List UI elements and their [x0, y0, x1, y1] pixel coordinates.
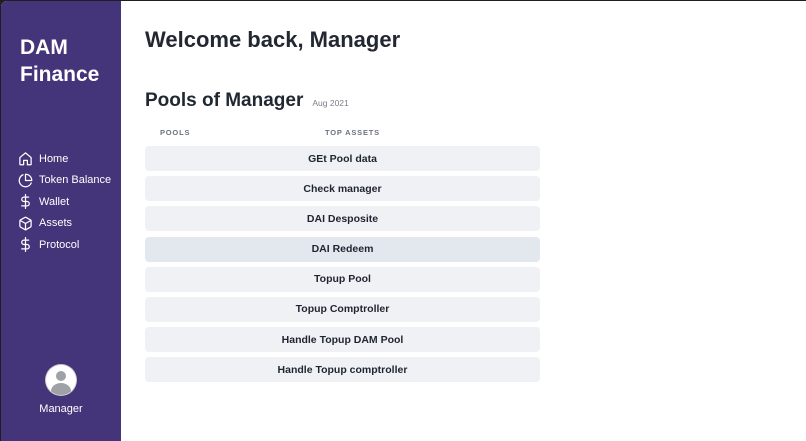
page-title: Welcome back, Manager	[145, 27, 401, 52]
column-headers: POOLS TOP ASSETS	[145, 128, 540, 138]
pools-date: Aug 2021	[312, 98, 349, 108]
handle-topup-comptroller-button[interactable]: Handle Topup comptroller	[145, 357, 540, 383]
handle-topup-dam-pool-button[interactable]: Handle Topup DAM Pool	[145, 327, 540, 353]
home-icon	[19, 152, 32, 166]
topup-comptroller-button[interactable]: Topup Comptroller	[145, 296, 540, 322]
sidebar-item-home[interactable]: Home	[18, 148, 111, 170]
sidebar-item-token-balance[interactable]: Token Balance	[18, 170, 111, 192]
sidebar-nav: Home Token Balance Wallet Assets Protoco…	[18, 148, 111, 256]
pools-header: Pools of Manager Aug 2021	[145, 90, 349, 112]
dollar-icon	[21, 237, 30, 253]
sidebar-item-assets[interactable]: Assets	[18, 213, 111, 235]
brand-logo[interactable]: DAM Finance	[20, 34, 120, 88]
pools-title: Pools of Manager	[145, 90, 304, 111]
column-header-pools: POOLS	[160, 128, 191, 137]
sidebar: DAM Finance Home Token Balance Wallet As…	[1, 1, 121, 441]
topup-pool-button[interactable]: Topup Pool	[145, 266, 540, 292]
sidebar-item-wallet[interactable]: Wallet	[18, 191, 111, 213]
user-profile[interactable]: Manager	[1, 365, 121, 415]
avatar-icon[interactable]	[46, 365, 76, 395]
cube-icon	[19, 216, 32, 231]
dollar-icon	[21, 194, 30, 210]
app-window: DAM Finance Home Token Balance Wallet As…	[1, 1, 806, 441]
dai-deposit-button[interactable]: DAI Desposite	[145, 206, 540, 232]
sidebar-item-label: Assets	[39, 217, 73, 230]
dai-redeem-button[interactable]: DAI Redeem	[145, 236, 540, 262]
check-manager-button[interactable]: Check manager	[145, 176, 540, 202]
main-content: Welcome back, Manager Pools of Manager A…	[121, 1, 806, 441]
avatar-head	[56, 371, 66, 381]
column-header-top-assets: TOP ASSETS	[325, 128, 380, 137]
sidebar-item-protocol[interactable]: Protocol	[18, 234, 111, 256]
pie-chart-icon	[18, 173, 33, 188]
sidebar-item-label: Wallet	[39, 195, 70, 208]
sidebar-item-label: Protocol	[39, 238, 80, 251]
sidebar-item-label: Token Balance	[39, 174, 112, 187]
avatar-torso	[51, 383, 71, 395]
sidebar-item-label: Home	[39, 152, 69, 165]
user-name: Manager	[39, 403, 83, 415]
pool-actions: GEt Pool data Check manager DAI Desposit…	[145, 146, 540, 388]
get-pool-data-button[interactable]: GEt Pool data	[145, 146, 540, 171]
